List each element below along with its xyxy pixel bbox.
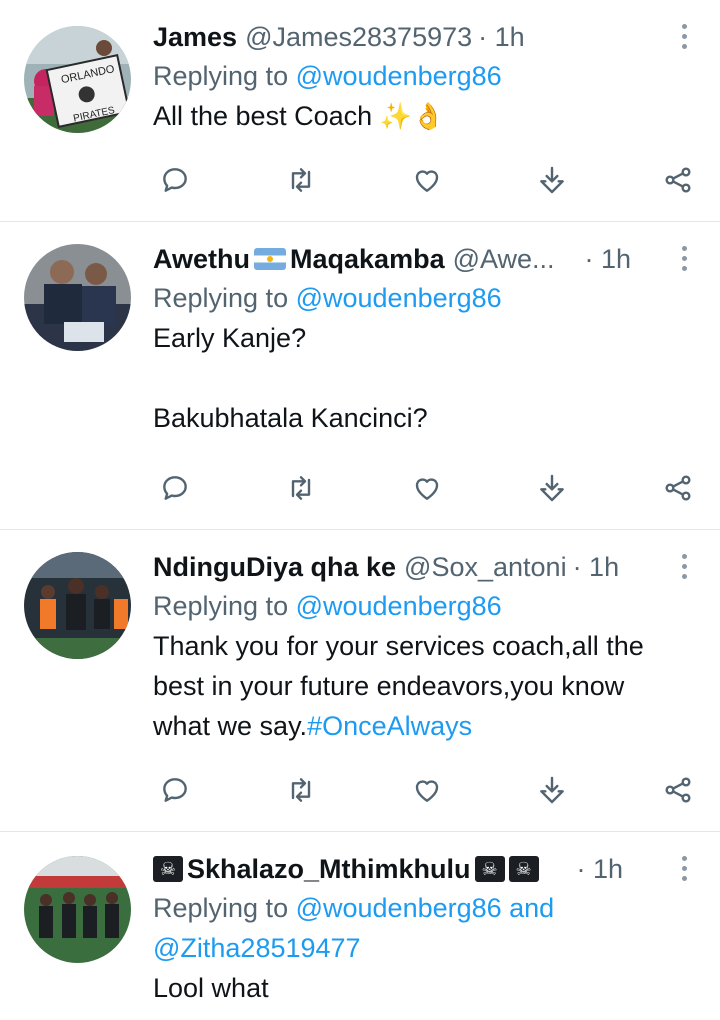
download-icon (540, 776, 565, 804)
display-name[interactable]: NdinguDiya qha ke (153, 552, 396, 583)
save-button[interactable] (530, 770, 574, 810)
skull-crossbones-icon: ☠ (153, 856, 183, 882)
tweet-text-line: Bakubhatala Kancinci? (153, 403, 428, 433)
share-icon (665, 777, 691, 803)
tweet-3[interactable]: NdinguDiya qha ke @Sox_antoni · 1h Reply… (0, 530, 720, 832)
tweet-text: Lool what (153, 968, 700, 1008)
retweet-icon (291, 168, 310, 192)
mention-link[interactable]: @woudenberg86 (296, 283, 502, 313)
replying-prefix: Replying to (153, 591, 296, 621)
like-button[interactable] (405, 468, 449, 508)
reply-icon (163, 476, 187, 500)
timestamp[interactable]: · 1h (478, 22, 525, 53)
tweet-content: James @James28375973 · 1h Replying to @w… (153, 18, 700, 136)
download-icon (540, 166, 565, 194)
replying-to: Replying to @woudenberg86 (153, 278, 700, 318)
replying-to: Replying to @woudenberg86 (153, 56, 700, 96)
more-options-icon[interactable] (672, 850, 696, 886)
tweet-text: Early Kanje? Bakubhatala Kancinci? (153, 318, 700, 438)
reply-icon (163, 168, 187, 192)
mention-link-2[interactable]: @Zitha28519477 (153, 928, 700, 968)
avatar[interactable]: ORLANDO PIRATES (24, 26, 131, 133)
share-button[interactable] (656, 160, 700, 200)
timestamp[interactable]: · 1h (577, 854, 624, 885)
like-button[interactable] (405, 160, 449, 200)
user-handle[interactable]: @James28375973 (245, 22, 472, 53)
reply-button[interactable] (153, 160, 197, 200)
display-name[interactable]: James (153, 22, 237, 53)
tweet-content: Awethu Maqakamba @Awe... · 1h Replying t… (153, 240, 700, 438)
reply-button[interactable] (153, 770, 197, 810)
tweet-text-line: All the best Coach (153, 101, 373, 131)
avatar[interactable] (24, 552, 131, 659)
tweet-text-line: Thank you for your services coach,all th… (153, 631, 644, 661)
display-name-part1[interactable]: Awethu (153, 244, 250, 275)
tweet-content: NdinguDiya qha ke @Sox_antoni · 1h Reply… (153, 548, 700, 746)
more-options-icon[interactable] (672, 18, 696, 54)
tweet-text: Thank you for your services coach,all th… (153, 626, 700, 746)
tweet-actions (153, 770, 700, 810)
tweet-text-blank-line (153, 358, 700, 398)
share-icon (665, 475, 691, 501)
share-button[interactable] (656, 468, 700, 508)
tweet-2[interactable]: Awethu Maqakamba @Awe... · 1h Replying t… (0, 222, 720, 530)
tweet-text-line: best in your future endeavors,you know (153, 671, 625, 701)
save-button[interactable] (530, 468, 574, 508)
user-handle[interactable]: @Awe... (453, 244, 555, 275)
replying-to: Replying to @woudenberg86 and @Zitha2851… (153, 888, 700, 968)
heart-icon (415, 780, 438, 802)
heart-icon (415, 478, 438, 500)
more-options-icon[interactable] (672, 240, 696, 276)
avatar[interactable] (24, 244, 131, 351)
tweet-text-line: Lool what (153, 973, 269, 1003)
replying-prefix: Replying to (153, 893, 296, 923)
tweet-content: ☠ Skhalazo_Mthimkhulu ☠ ☠ · 1h Replying … (153, 850, 700, 1008)
reply-icon (163, 778, 187, 802)
sparkles-ok-emoji: ✨👌 (379, 101, 445, 131)
mention-link[interactable]: @woudenberg86 (296, 591, 502, 621)
mention-link[interactable]: @woudenberg86 (296, 61, 502, 91)
retweet-button[interactable] (279, 770, 323, 810)
user-handle[interactable]: @Sox_antoni (404, 552, 567, 583)
replying-to: Replying to @woudenberg86 (153, 586, 700, 626)
save-button[interactable] (530, 160, 574, 200)
display-name-part2[interactable]: Maqakamba (290, 244, 445, 275)
tweet-text: All the best Coach ✨👌 (153, 96, 700, 136)
mention-link[interactable]: @woudenberg86 and (296, 893, 555, 923)
display-name[interactable]: Skhalazo_Mthimkhulu (187, 854, 471, 885)
retweet-icon (291, 476, 310, 500)
tweet-header: James @James28375973 · 1h (153, 18, 700, 56)
heart-icon (415, 170, 438, 192)
download-icon (540, 474, 565, 502)
share-button[interactable] (656, 770, 700, 810)
retweet-button[interactable] (279, 160, 323, 200)
tweet-header: Awethu Maqakamba @Awe... · 1h (153, 240, 700, 278)
tweet-1[interactable]: ORLANDO PIRATES James @James28375973 · 1… (0, 0, 720, 222)
reply-button[interactable] (153, 468, 197, 508)
share-icon (665, 167, 691, 193)
timestamp[interactable]: · 1h (585, 244, 632, 275)
argentina-flag-emoji (254, 248, 287, 270)
retweet-button[interactable] (279, 468, 323, 508)
replying-prefix: Replying to (153, 61, 296, 91)
like-button[interactable] (405, 770, 449, 810)
more-options-icon[interactable] (672, 548, 696, 584)
tweet-actions (153, 160, 700, 200)
tweet-4[interactable]: ☠ Skhalazo_Mthimkhulu ☠ ☠ · 1h Replying … (0, 832, 720, 1020)
skull-crossbones-icon: ☠ (508, 856, 539, 882)
tweet-header: NdinguDiya qha ke @Sox_antoni · 1h (153, 548, 700, 586)
tweet-header: ☠ Skhalazo_Mthimkhulu ☠ ☠ · 1h (153, 850, 700, 888)
tweet-text-line: Early Kanje? (153, 323, 307, 353)
hashtag-link[interactable]: #OnceAlways (307, 711, 472, 741)
retweet-icon (291, 778, 310, 802)
tweet-text-line: what we say. (153, 711, 308, 741)
timestamp[interactable]: · 1h (573, 552, 620, 583)
replying-prefix: Replying to (153, 283, 296, 313)
skull-crossbones-icon: ☠ (474, 856, 505, 882)
tweet-actions (153, 468, 700, 508)
avatar[interactable] (24, 856, 131, 963)
